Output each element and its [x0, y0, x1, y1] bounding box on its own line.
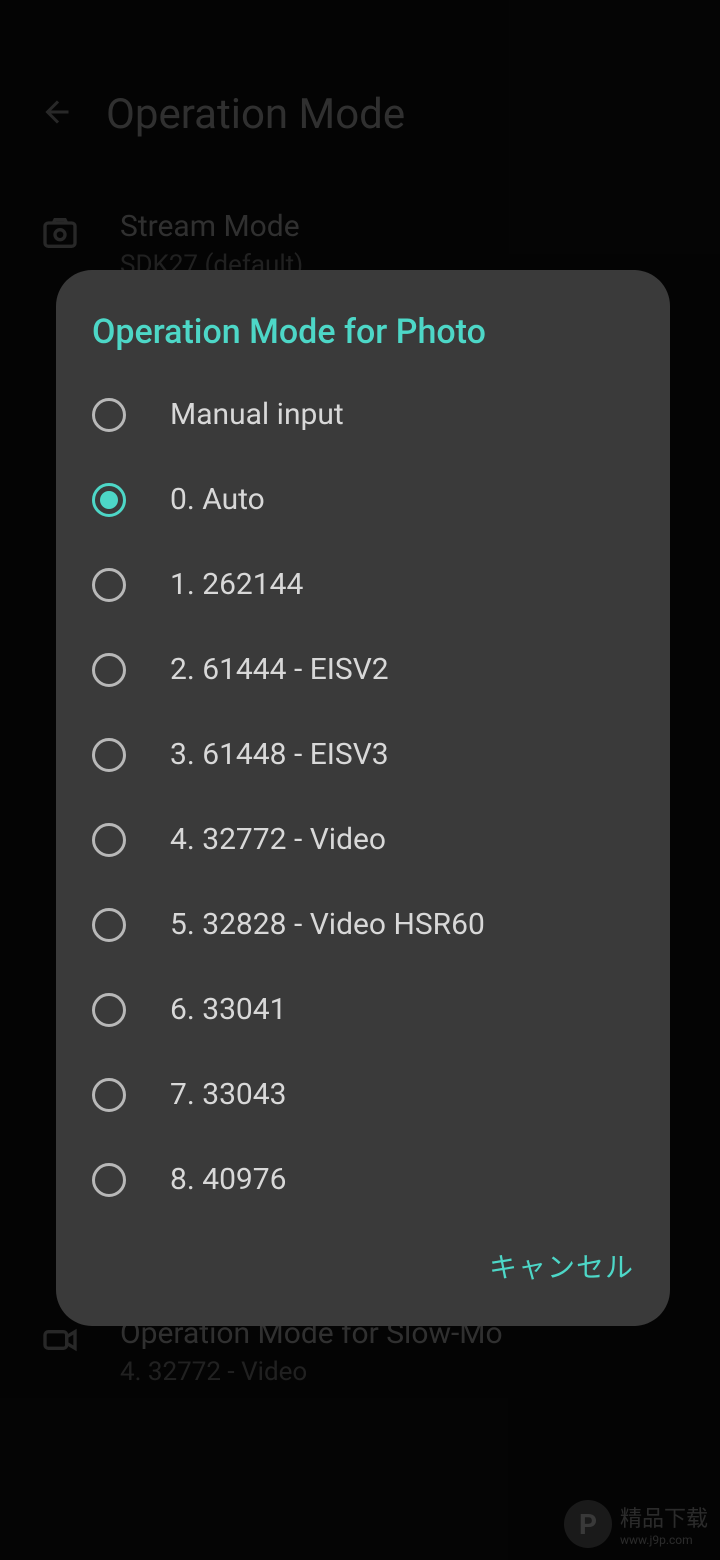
radio-icon	[92, 823, 126, 857]
radio-option[interactable]: 3. 61448 - EISV3	[56, 712, 670, 797]
radio-label: Manual input	[170, 397, 344, 432]
radio-icon	[92, 993, 126, 1027]
dialog-actions: キャンセル	[56, 1222, 670, 1306]
radio-label: 4. 32772 - Video	[170, 822, 386, 857]
radio-option[interactable]: 6. 33041	[56, 967, 670, 1052]
radio-list: Manual input 0. Auto 1. 262144 2. 61444 - E…	[56, 372, 670, 1222]
radio-option[interactable]: 5. 32828 - Video HSR60	[56, 882, 670, 967]
radio-label: 8. 40976	[170, 1162, 287, 1197]
radio-option[interactable]: Manual input	[56, 372, 670, 457]
radio-option[interactable]: 1. 262144	[56, 542, 670, 627]
radio-icon	[92, 908, 126, 942]
radio-option[interactable]: 8. 40976	[56, 1137, 670, 1222]
radio-label: 7. 33043	[170, 1077, 287, 1112]
radio-icon	[92, 1163, 126, 1197]
radio-label: 0. Auto	[170, 482, 265, 517]
radio-icon	[92, 398, 126, 432]
radio-icon	[92, 653, 126, 687]
radio-label: 6. 33041	[170, 992, 287, 1027]
radio-icon	[92, 483, 126, 517]
radio-option[interactable]: 0. Auto	[56, 457, 670, 542]
radio-icon	[92, 738, 126, 772]
cancel-button[interactable]: キャンセル	[489, 1246, 634, 1286]
dialog-title: Operation Mode for Photo	[56, 312, 670, 372]
radio-label: 2. 61444 - EISV2	[170, 652, 389, 687]
radio-option[interactable]: 2. 61444 - EISV2	[56, 627, 670, 712]
radio-icon	[92, 568, 126, 602]
radio-label: 1. 262144	[170, 567, 303, 602]
radio-option[interactable]: 4. 32772 - Video	[56, 797, 670, 882]
radio-option[interactable]: 7. 33043	[56, 1052, 670, 1137]
dialog-operation-mode-photo: Operation Mode for Photo Manual input 0. …	[56, 270, 670, 1326]
radio-icon	[92, 1078, 126, 1112]
radio-label: 5. 32828 - Video HSR60	[170, 907, 485, 942]
radio-label: 3. 61448 - EISV3	[170, 737, 389, 772]
